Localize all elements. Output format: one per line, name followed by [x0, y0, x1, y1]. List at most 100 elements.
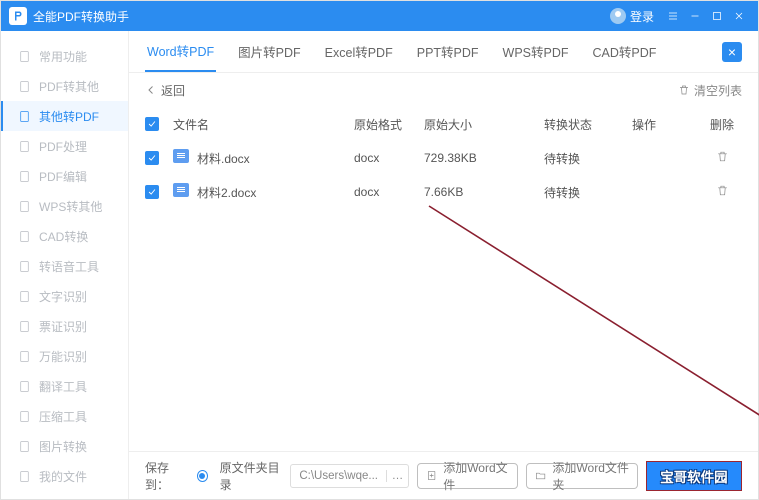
trash-icon — [678, 84, 690, 96]
login-link[interactable]: 登录 — [610, 8, 654, 25]
add-folder-button[interactable]: 添加Word文件夹 — [526, 463, 638, 489]
sidebar-item-7[interactable]: 转语音工具 — [1, 251, 128, 281]
row-delete-button[interactable] — [702, 150, 742, 163]
doc-icon — [17, 439, 31, 453]
sidebar-item-4[interactable]: PDF编辑 — [1, 161, 128, 191]
tab-close-button[interactable]: × — [722, 42, 742, 62]
col-del: 删除 — [702, 116, 742, 133]
close-button[interactable] — [728, 5, 750, 27]
table-row: 材料.docxdocx729.38KB待转换 — [129, 141, 758, 175]
word-file-icon — [173, 149, 189, 163]
tab-2[interactable]: Excel转PDF — [323, 32, 395, 71]
cell-size: 7.66KB — [424, 185, 544, 199]
cell-name: 材料.docx — [173, 149, 354, 167]
app-logo — [9, 7, 27, 25]
main-panel: Word转PDF 图片转PDF Excel转PDF PPT转PDF WPS转PDF CAD… — [129, 31, 758, 499]
sidebar-item-label: 压缩工具 — [39, 408, 87, 425]
convert-label: 宝哥软件园 — [660, 466, 728, 486]
doc-icon — [17, 169, 31, 183]
save-original-folder-radio[interactable] — [197, 470, 208, 482]
tab-0[interactable]: Word转PDF — [145, 31, 216, 72]
add-folder-label: 添加Word文件夹 — [552, 459, 628, 493]
sidebar-item-label: 文字识别 — [39, 288, 87, 305]
sidebar-item-5[interactable]: WPS转其他 — [1, 191, 128, 221]
row-checkbox[interactable] — [145, 151, 159, 165]
add-file-label: 添加Word文件 — [443, 459, 509, 493]
sidebar-item-label: PDF处理 — [39, 138, 87, 155]
cell-size: 729.38KB — [424, 151, 544, 165]
titlebar: 全能PDF转换助手 登录 — [1, 1, 758, 31]
tab-1[interactable]: 图片转PDF — [236, 32, 303, 71]
sidebar-item-label: 翻译工具 — [39, 378, 87, 395]
doc-icon — [17, 229, 31, 243]
select-all-checkbox[interactable] — [145, 117, 159, 131]
path-selector[interactable]: C:\Users\wqe... … — [290, 464, 409, 488]
doc-icon — [17, 49, 31, 63]
tabs: Word转PDF 图片转PDF Excel转PDF PPT转PDF WPS转PDF CAD… — [129, 31, 758, 73]
chevron-left-icon — [145, 84, 157, 96]
footer: 保存到： 原文件夹目录 C:\Users\wqe... … 添加Word文件 添… — [129, 451, 758, 499]
sidebar-item-label: 转语音工具 — [39, 258, 99, 275]
doc-icon — [17, 469, 31, 483]
table-header: 文件名 原始格式 原始大小 转换状态 操作 删除 — [129, 107, 758, 141]
sidebar-item-label: 其他转PDF — [39, 108, 99, 125]
tab-4[interactable]: WPS转PDF — [501, 32, 571, 71]
sidebar-item-14[interactable]: 我的文件 — [1, 461, 128, 491]
doc-icon — [17, 109, 31, 123]
sidebar-item-10[interactable]: 万能识别 — [1, 341, 128, 371]
cell-format: docx — [354, 185, 424, 199]
sidebar-item-13[interactable]: 图片转换 — [1, 431, 128, 461]
doc-icon — [17, 289, 31, 303]
sidebar-item-6[interactable]: CAD转换 — [1, 221, 128, 251]
sidebar-item-label: 票证识别 — [39, 318, 87, 335]
sidebar-item-2[interactable]: 其他转PDF — [1, 101, 128, 131]
sidebar-item-3[interactable]: PDF处理 — [1, 131, 128, 161]
sidebar-item-label: 图片转换 — [39, 438, 87, 455]
convert-button[interactable]: 宝哥软件园 — [646, 461, 742, 491]
col-status: 转换状态 — [544, 116, 632, 133]
cell-status: 待转换 — [544, 184, 632, 201]
doc-icon — [17, 349, 31, 363]
cell-status: 待转换 — [544, 150, 632, 167]
doc-icon — [17, 379, 31, 393]
sidebar-item-12[interactable]: 压缩工具 — [1, 401, 128, 431]
doc-icon — [17, 319, 31, 333]
tab-3[interactable]: PPT转PDF — [415, 32, 481, 71]
sidebar-item-11[interactable]: 翻译工具 — [1, 371, 128, 401]
sidebar-item-8[interactable]: 文字识别 — [1, 281, 128, 311]
table-body: 材料.docxdocx729.38KB待转换材料2.docxdocx7.66KB… — [129, 141, 758, 209]
doc-icon — [17, 139, 31, 153]
doc-icon — [17, 409, 31, 423]
folder-plus-icon — [535, 469, 546, 482]
maximize-button[interactable] — [706, 5, 728, 27]
clear-list-button[interactable]: 清空列表 — [678, 82, 742, 99]
file-plus-icon — [426, 469, 437, 482]
sidebar-item-9[interactable]: 票证识别 — [1, 311, 128, 341]
row-checkbox[interactable] — [145, 185, 159, 199]
path-value: C:\Users\wqe... — [291, 470, 386, 482]
sidebar-item-label: 我的文件 — [39, 468, 87, 485]
save-to-label: 保存到： — [145, 459, 187, 493]
sidebar-item-label: CAD转换 — [39, 228, 88, 245]
table-row: 材料2.docxdocx7.66KB待转换 — [129, 175, 758, 209]
word-file-icon — [173, 183, 189, 197]
tab-5[interactable]: CAD转PDF — [591, 32, 659, 71]
avatar-icon — [610, 8, 626, 24]
minimize-button[interactable] — [684, 5, 706, 27]
path-more-button[interactable]: … — [386, 470, 408, 482]
row-delete-button[interactable] — [702, 184, 742, 197]
sidebar-item-label: 万能识别 — [39, 348, 87, 365]
add-file-button[interactable]: 添加Word文件 — [417, 463, 518, 489]
sidebar-item-label: WPS转其他 — [39, 198, 102, 215]
menu-button[interactable] — [662, 5, 684, 27]
col-size: 原始大小 — [424, 116, 544, 133]
sidebar-item-1[interactable]: PDF转其他 — [1, 71, 128, 101]
cell-format: docx — [354, 151, 424, 165]
col-format: 原始格式 — [354, 116, 424, 133]
sidebar-item-0[interactable]: 常用功能 — [1, 41, 128, 71]
action-bar: 返回 清空列表 — [129, 73, 758, 107]
login-label: 登录 — [630, 8, 654, 25]
back-button[interactable]: 返回 — [145, 82, 185, 99]
sidebar: 常用功能PDF转其他其他转PDF PDF处理 PDF编辑 WPS转其他 CAD转换转语音… — [1, 31, 129, 499]
col-name: 文件名 — [173, 116, 354, 133]
